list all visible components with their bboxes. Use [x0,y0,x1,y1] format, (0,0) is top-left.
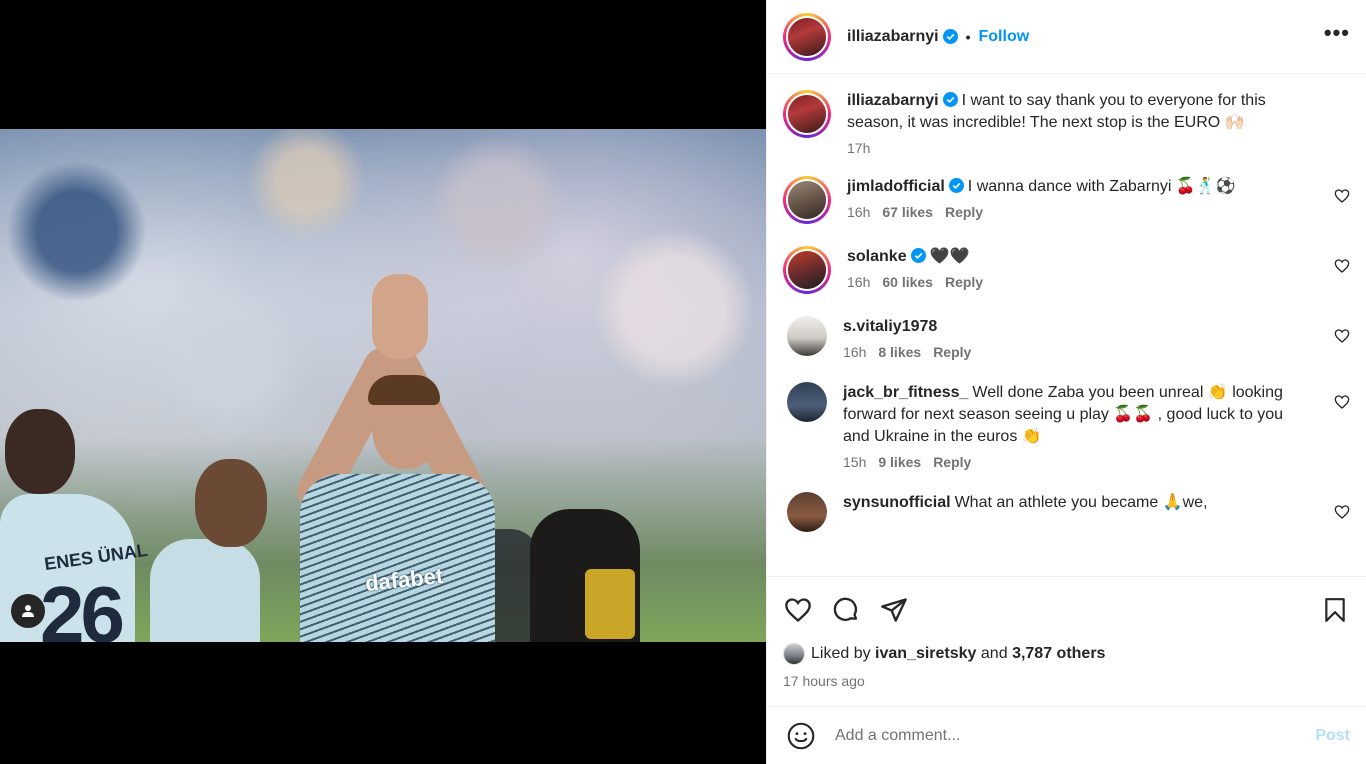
reply-button[interactable]: Reply [933,344,971,360]
caption-username[interactable]: illiazabarnyi [847,92,939,109]
comment-avatar[interactable] [787,382,827,422]
caption-time[interactable]: 17h [847,140,870,156]
comment-item: s.vitaliy1978 16h 8 likes Reply [783,316,1350,360]
comment-item: synsunofficial What an athlete you became… [783,492,1350,532]
post-media: ENES ÜNAL 26 dafabet [0,0,766,764]
more-options-icon[interactable]: ••• [1324,21,1350,52]
jersey-number: 26 [40,570,125,642]
emoji-icon[interactable] [787,722,815,750]
verified-badge-icon [942,29,958,44]
comment-time[interactable]: 15h [843,454,866,470]
post-header: illiazabarnyi • Follow ••• [767,0,1366,74]
heart-icon [785,598,811,623]
comment-item: jimladofficial I wanna dance with Zabarny… [783,176,1350,224]
verified-badge-icon [942,92,958,107]
comment-likes[interactable]: 60 likes [882,274,933,290]
steward-vest [585,569,635,639]
comment-text: What an athlete you became 🙏we, [954,494,1208,511]
liked-by-others[interactable]: 3,787 others [1012,645,1105,663]
save-button[interactable] [1320,595,1350,625]
comment-bubble-icon [833,597,858,621]
separator-dot: • [965,28,971,45]
like-comment-heart-icon[interactable] [1334,258,1350,274]
add-comment-bar: Post [767,706,1366,764]
player-clapping-hands [372,274,428,359]
post-photo[interactable]: ENES ÜNAL 26 dafabet [0,129,766,642]
bookmark-icon [1325,598,1345,622]
post-actions: Liked by ivan_siretsky and 3,787 others … [767,576,1366,706]
comment-time[interactable]: 16h [843,344,866,360]
comment-button[interactable] [831,595,861,625]
post-viewer: ENES ÜNAL 26 dafabet illiazabarnyi • Fol… [0,0,1366,764]
author-username[interactable]: illiazabarnyi [847,28,939,46]
comment-item: jack_br_fitness_ Well done Zaba you been … [783,382,1350,470]
share-button[interactable] [879,595,909,625]
comment-text: I wanna dance with Zabarnyi 🍒🕺⚽ [967,178,1236,195]
liker-avatar[interactable] [783,643,805,665]
comment-username[interactable]: jimladofficial [847,178,945,195]
comment-username[interactable]: solanke [847,248,907,265]
comment-time[interactable]: 16h [847,274,870,290]
verified-badge-icon [948,178,964,193]
action-icons [783,583,1350,637]
comment-likes[interactable]: 9 likes [878,454,921,470]
teammate-middle [150,539,260,642]
reply-button[interactable]: Reply [933,454,971,470]
like-comment-heart-icon[interactable] [1334,328,1350,344]
main-player-hair [368,375,440,405]
liked-by-prefix: Liked by [811,645,871,662]
comment-username[interactable]: synsunofficial [843,494,951,511]
tagged-users-button[interactable] [11,594,45,628]
comment-avatar[interactable] [787,316,827,356]
comment-time[interactable]: 16h [847,204,870,220]
follow-button[interactable]: Follow [979,28,1030,46]
teammate-middle-head [195,459,267,547]
comment-item: solanke 🖤🖤 16h 60 likes Reply [783,246,1350,294]
teammate-left-head [5,409,75,494]
comment-avatar[interactable] [783,176,831,224]
like-comment-heart-icon[interactable] [1334,394,1350,410]
reply-button[interactable]: Reply [945,274,983,290]
main-player-jersey [300,474,495,642]
liked-by-and: and [980,645,1008,662]
caption: illiazabarnyi I want to say thank you to … [783,90,1350,156]
like-comment-heart-icon[interactable] [1334,504,1350,520]
like-button[interactable] [783,595,813,625]
comment-username[interactable]: s.vitaliy1978 [843,318,937,335]
post-timestamp[interactable]: 17 hours ago [783,673,1350,689]
comments-list[interactable]: illiazabarnyi I want to say thank you to … [767,74,1366,576]
user-icon [22,605,34,617]
comment-likes[interactable]: 8 likes [878,344,921,360]
liked-by-user[interactable]: ivan_siretsky [875,645,976,663]
like-comment-heart-icon[interactable] [1334,188,1350,204]
comment-avatar[interactable] [787,492,827,532]
comment-likes[interactable]: 67 likes [882,204,933,220]
comment-input[interactable] [835,726,1316,745]
paper-plane-icon [881,598,907,622]
reply-button[interactable]: Reply [945,204,983,220]
verified-badge-icon [910,248,926,263]
comment-text: 🖤🖤 [929,248,970,265]
comment-avatar[interactable] [783,246,831,294]
author-avatar[interactable] [783,12,831,61]
post-comment-button[interactable]: Post [1315,727,1350,745]
comment-username[interactable]: jack_br_fitness_ [843,384,968,401]
post-sidebar: illiazabarnyi • Follow ••• illiazabarnyi… [766,0,1366,764]
likes-summary[interactable]: Liked by ivan_siretsky and 3,787 others [783,643,1350,665]
caption-avatar[interactable] [783,90,831,138]
